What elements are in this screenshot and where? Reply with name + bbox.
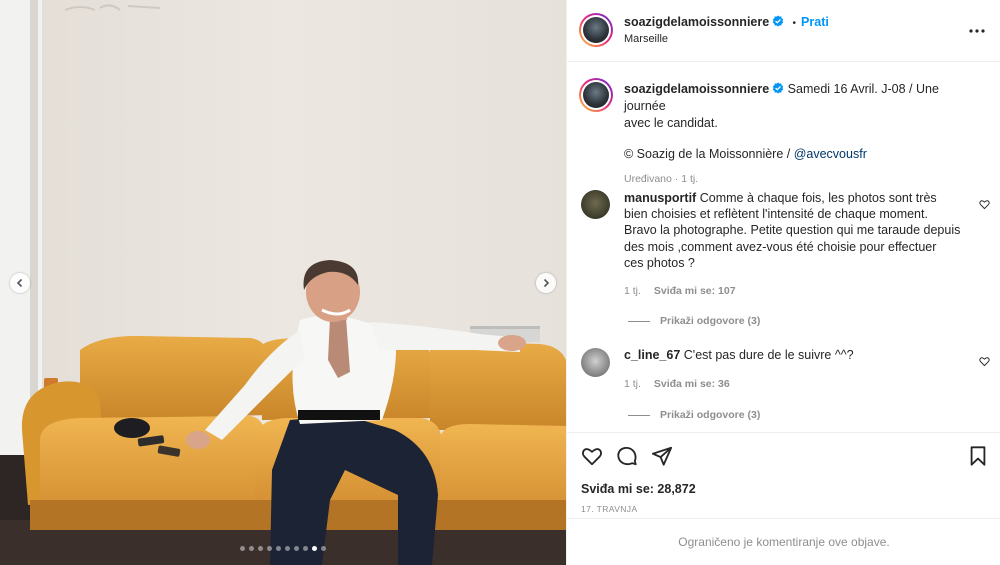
comment-meta: 1 tj. Sviđa mi se: 36 (624, 378, 730, 390)
comment-username[interactable]: manusportif (624, 191, 696, 205)
caption-credit: © Soazig de la Moissonnière / @avecvousf… (624, 146, 984, 163)
comment-likes[interactable]: Sviđa mi se: 107 (654, 285, 736, 297)
view-replies-button[interactable]: Prikaži odgovore (3) (628, 409, 760, 421)
comment-text-line: C'est pas dure de le suivre ^^? (683, 348, 854, 362)
post-photo (0, 0, 566, 565)
comment-time[interactable]: 1 tj. (624, 378, 641, 390)
verified-badge-icon (772, 82, 784, 94)
separator: • (792, 18, 797, 29)
carousel-dot (258, 546, 263, 551)
carousel-dot (321, 546, 326, 551)
credit-mention-link[interactable]: @avecvousfr (794, 147, 867, 161)
view-replies-label: Prikaži odgovore (3) (660, 409, 761, 421)
comment-icon[interactable] (616, 445, 638, 467)
post-details-panel: soazigdelamoissonniere • Prati Marseille … (566, 0, 1000, 565)
comment-item: manusportif Comme à chaque fois, les pho… (624, 190, 969, 271)
comment-text-line: Comme à chaque fois, les photos sont trè… (699, 191, 937, 205)
next-slide-button[interactable] (536, 273, 556, 293)
verified-badge-icon (772, 15, 784, 27)
caption-username[interactable]: soazigdelamoissonniere (624, 82, 769, 96)
carousel-dot (294, 546, 299, 551)
more-options-icon[interactable] (968, 22, 986, 40)
comment-meta: 1 tj. Sviđa mi se: 107 (624, 285, 736, 297)
chevron-right-icon (543, 278, 550, 288)
carousel-dot (249, 546, 254, 551)
heart-icon[interactable] (581, 445, 603, 467)
post-location[interactable]: Marseille (624, 33, 668, 45)
comment-username[interactable]: c_line_67 (624, 348, 680, 362)
author-username[interactable]: soazigdelamoissonniere (624, 15, 769, 29)
likes-count[interactable]: Sviđa mi se: 28,872 (581, 482, 696, 496)
previous-slide-button[interactable] (10, 273, 30, 293)
view-replies-button[interactable]: Prikaži odgovore (3) (628, 315, 760, 327)
carousel-dot (303, 546, 308, 551)
comment-like-heart-icon[interactable] (979, 199, 990, 210)
caption-line-2: avec le candidat. (624, 116, 718, 130)
credit-text: © Soazig de la Moissonnière / (624, 147, 794, 161)
comment-item: c_line_67 C'est pas dure de le suivre ^^… (624, 347, 969, 364)
comment-text-line: bien choisies et reflètent l'intensité d… (624, 207, 928, 222)
caption: soazigdelamoissonniere Samedi 16 Avril. … (624, 81, 984, 188)
caption-avatar[interactable] (579, 78, 613, 112)
post-header: soazigdelamoissonniere • Prati Marseille (567, 0, 1000, 62)
carousel-dot (276, 546, 281, 551)
comment-text-line: Bravo la photographe. Petite question qu… (624, 223, 961, 238)
post-date[interactable]: 17. TRAVNJA (581, 504, 638, 514)
comment-like-heart-icon[interactable] (979, 356, 990, 367)
follow-button[interactable]: Prati (801, 15, 829, 29)
carousel-dot (312, 546, 317, 551)
bookmark-icon[interactable] (967, 445, 989, 467)
view-replies-label: Prikaži odgovore (3) (660, 315, 761, 327)
photo-scene (0, 0, 566, 565)
comment-text-line: ces photos ? (624, 255, 695, 270)
carousel-dot (285, 546, 290, 551)
comments-restricted-notice: Ograničeno je komentiranje ove objave. (567, 518, 1000, 565)
comment-time[interactable]: 1 tj. (624, 285, 641, 297)
carousel-dot (267, 546, 272, 551)
paper-plane-icon[interactable] (651, 445, 673, 467)
carousel-dot (240, 546, 245, 551)
author-line: soazigdelamoissonniere • Prati (624, 15, 829, 29)
comment-avatar[interactable] (581, 190, 610, 219)
comment-text-line: des mois ,comment avez-vous été choisie … (624, 239, 937, 254)
carousel-indicator (0, 546, 566, 551)
comment-likes[interactable]: Sviđa mi se: 36 (654, 378, 730, 390)
caption-meta: Uređivano · 1 tj. (624, 173, 699, 185)
comment-avatar[interactable] (581, 348, 610, 377)
post-actions: Sviđa mi se: 28,872 17. TRAVNJA (567, 432, 1000, 518)
author-avatar[interactable] (579, 13, 613, 47)
chevron-left-icon (16, 278, 23, 288)
